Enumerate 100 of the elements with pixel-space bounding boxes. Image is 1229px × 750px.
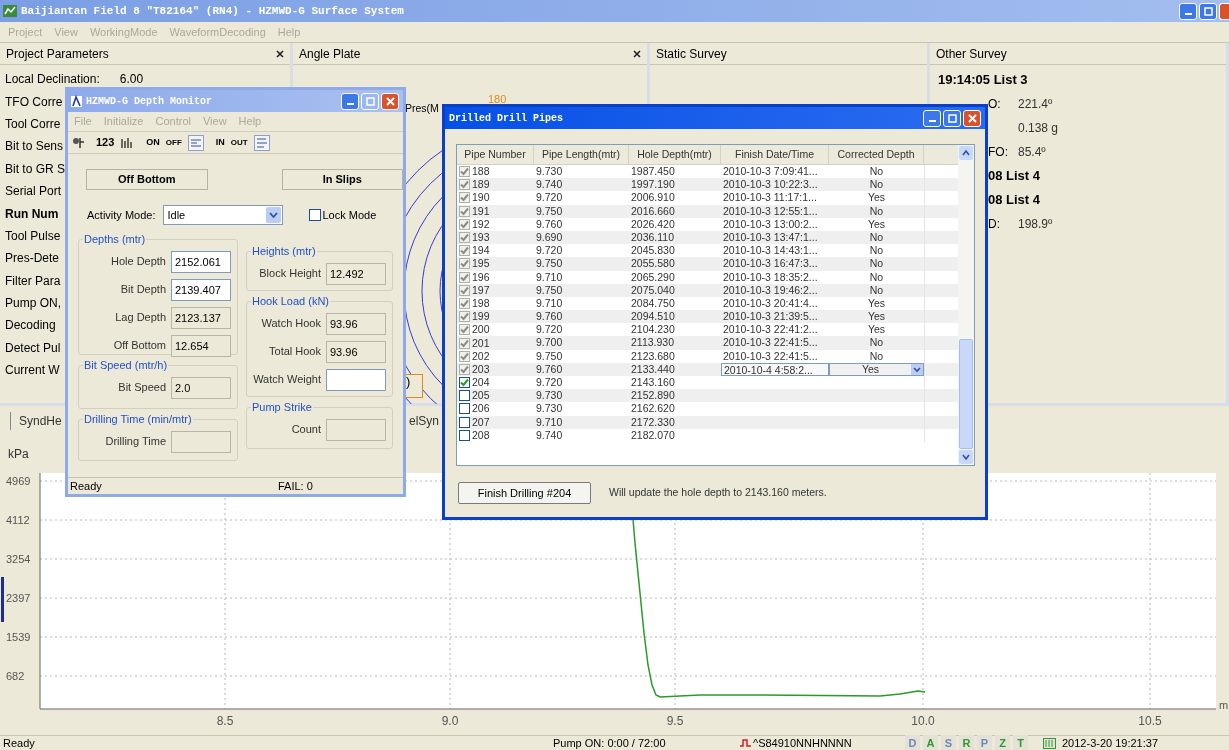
input-field[interactable]: 12.654 [171,334,231,357]
table-cell-text: 2010-10-3 11:17:1... [722,191,817,205]
restore-button[interactable] [1199,2,1217,20]
maximize-button[interactable] [943,109,961,127]
table-cell-text: 2010-10-3 16:47:3... [722,257,818,271]
table-cell: 9.760 [536,310,563,323]
column-header[interactable]: Pipe Length(mtr) [534,145,629,164]
bars-icon[interactable] [120,136,133,149]
table-cell: 2133.440 [631,362,675,375]
field-label: Watch Hook [261,316,321,332]
scroll-up-icon[interactable] [958,145,974,161]
toolbar-button[interactable]: 123 [92,134,115,151]
table-cell: 9.710 [536,270,563,283]
close-button[interactable] [381,92,399,110]
table-cell: 9.730 [536,165,563,177]
table-cell: 9.750 [536,257,563,270]
finish-drilling-button[interactable]: Finish Drilling #204 [458,482,591,504]
state-button[interactable]: Off Bottom [86,169,208,190]
table-cell: No [869,204,884,218]
table-cell: 9.760 [536,362,563,375]
input-field[interactable]: 93.96 [326,340,386,363]
column-header[interactable]: Hole Depth(mtr) [629,145,721,164]
close-button[interactable] [963,109,981,127]
switch-icon[interactable] [187,134,204,151]
toolbar-button[interactable]: IN [209,135,225,150]
app-icon [70,94,83,108]
table-cell: 9.740 [536,428,563,441]
close-icon[interactable] [276,49,284,58]
maximize-icon [1203,6,1213,16]
parameter-label: Bit to GR S [5,160,66,178]
table-cell: No [869,257,884,271]
toolbar-button[interactable]: ON [138,135,160,150]
table-cell: 1987.450 [631,165,675,177]
y-tick-label: 4969 [6,475,31,487]
field-label: Count [291,422,321,438]
table-cell: 208 [472,428,490,442]
probe-icon[interactable] [72,136,86,149]
table-cell: No [869,178,884,192]
table-cell: 9.750 [536,349,563,362]
survey-value: 221.4º [1018,96,1053,113]
input-field[interactable]: 2.0 [171,376,231,399]
parameter-label: Pres-Dete [5,250,60,268]
column-header[interactable]: Finish Date/Time [721,145,829,164]
table-cell: 191 [472,204,490,218]
checkbox-label: Lock Mode [322,207,377,223]
close-icon[interactable] [633,49,641,58]
checkbox[interactable] [459,403,470,415]
axis-label: Pres(M [405,101,439,117]
table-cell: 9.720 [536,191,563,204]
column-header[interactable]: Pipe Number [457,145,534,164]
scroll-down-icon[interactable] [958,449,974,465]
close-button[interactable] [1219,2,1229,20]
checkbox[interactable] [309,209,322,221]
table-cell: 2045.830 [631,244,675,257]
minimize-button[interactable] [1179,2,1197,20]
checkbox[interactable] [459,429,470,441]
group-title: Bit Speed (mtr/h) [83,358,169,373]
table-cell: 9.690 [536,230,563,243]
checkbox[interactable] [459,390,470,402]
table-cell: 2036.110 [631,230,674,243]
table-cell-text: 2010-10-3 13:00:2... [722,217,818,231]
table-cell: 200 [472,323,490,337]
status-text: Ready [69,478,103,494]
minimize-button[interactable] [341,92,359,110]
angle-label: 180 [488,92,507,107]
table-cell: Yes [867,310,886,324]
parameter-label: Tool Corre [5,115,61,133]
table-row[interactable]: 205 9.730 2152.890 [457,389,958,403]
input-field[interactable]: 2152.061 [171,250,231,273]
toolbar-button[interactable]: OUT [230,136,248,149]
survey-label: O: [988,96,1002,113]
checkbox[interactable] [459,416,470,428]
checkbox[interactable] [459,377,470,389]
table-cell: 9.760 [536,217,563,230]
input-field[interactable]: 2123.137 [171,306,231,329]
input-field[interactable] [326,368,386,391]
table-cell: 2084.750 [631,296,675,309]
trend-tab[interactable]: SyndHe [10,412,62,430]
table-cell: Yes [867,296,886,311]
survey-value: 198.9º [1018,216,1053,233]
column-header[interactable]: Corrected Depth [829,145,924,164]
group-title: Hook Load (kN) [251,294,331,309]
scrollbar[interactable] [958,145,974,465]
input-field[interactable]: 12.492 [326,262,386,285]
scrollbar-thumb[interactable] [959,339,973,449]
level-marker [1,577,4,622]
activity-mode-dropdown[interactable]: Idle [163,205,284,225]
table-cell: No [869,270,884,284]
input-field[interactable]: 93.96 [326,312,386,335]
input-field[interactable]: 2139.407 [171,278,231,301]
trend-tab[interactable]: elSyn [409,412,440,430]
minimize-button[interactable] [923,109,941,127]
table-cell: 2113.930 [631,336,674,349]
toolbar-button[interactable]: OFF [165,136,182,149]
input-field[interactable] [326,418,386,441]
state-button[interactable]: In Slips [281,169,403,190]
window-title: HZMWD-G Depth Monitor [86,94,213,109]
input-field[interactable] [171,430,231,453]
parameter-label: Run Num [5,205,59,223]
table-cell: 2006.910 [631,191,675,204]
